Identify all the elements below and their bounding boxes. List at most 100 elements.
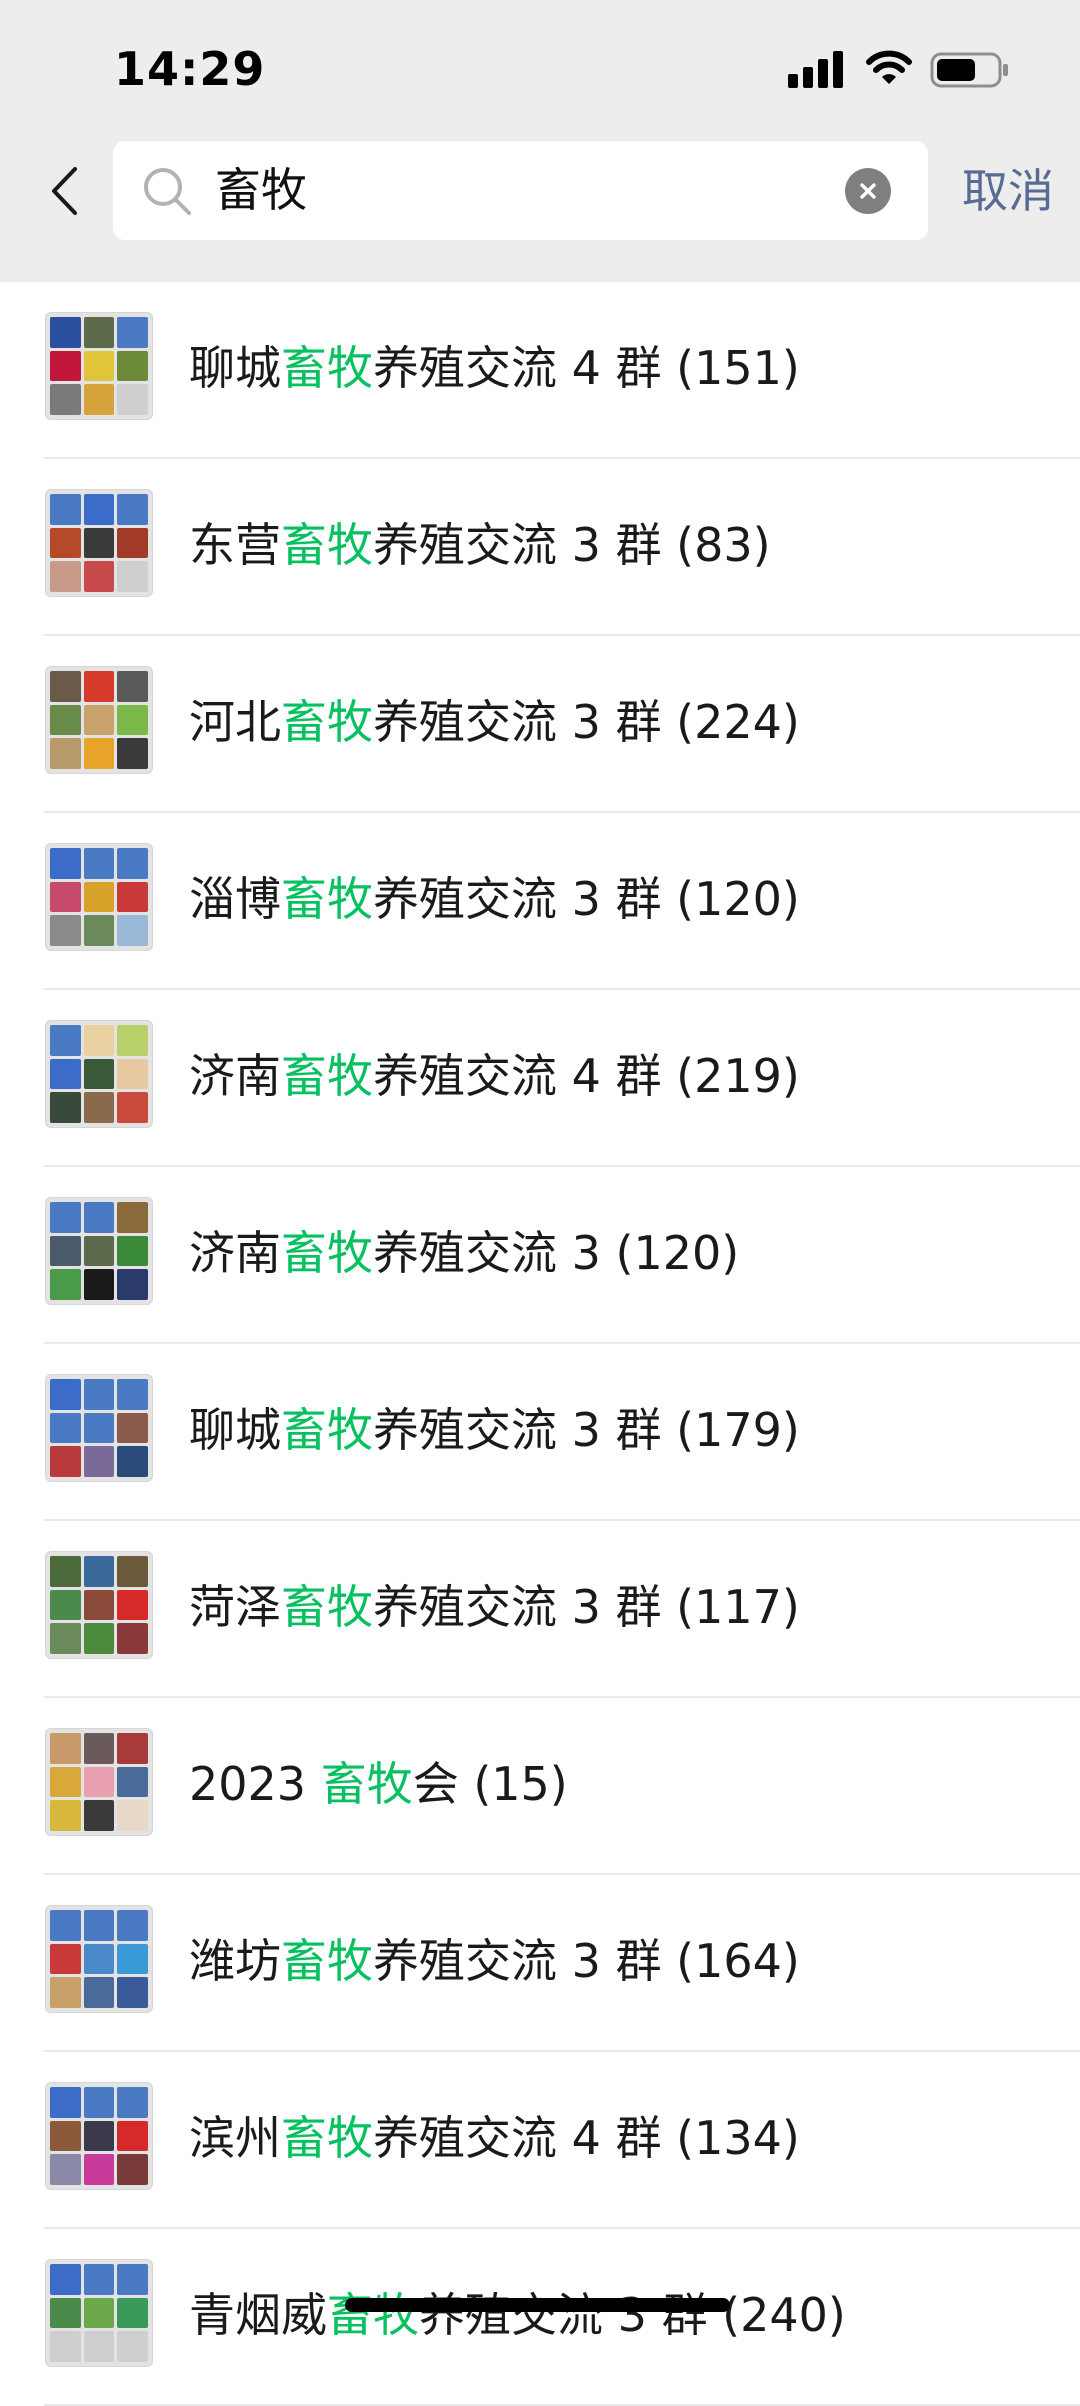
member-avatar-thumbnail — [117, 317, 148, 348]
group-name-suffix: 养殖交流 3 群 (83) — [373, 518, 771, 572]
member-avatar-thumbnail — [83, 1058, 115, 1090]
group-name-prefix: 济南 — [189, 1226, 281, 1280]
member-avatar-thumbnail — [117, 2264, 148, 2295]
member-avatar-thumbnail — [117, 1269, 148, 1300]
member-avatar-thumbnail — [117, 2120, 148, 2152]
search-box[interactable]: 畜牧 — [113, 141, 928, 240]
member-avatar-thumbnail — [117, 1202, 148, 1233]
clear-icon — [860, 183, 876, 199]
member-avatar-thumbnail — [50, 1412, 81, 1444]
member-avatar-thumbnail — [117, 2154, 148, 2185]
group-avatar — [45, 2082, 153, 2190]
member-avatar-thumbnail — [83, 1556, 115, 1587]
member-avatar-thumbnail — [50, 848, 81, 879]
group-avatar — [45, 1197, 153, 1305]
group-name-suffix: 养殖交流 3 (120) — [373, 1226, 740, 1280]
group-name-keyword-highlight: 畜牧 — [281, 1934, 373, 1988]
member-avatar-thumbnail — [117, 1092, 148, 1123]
group-avatar — [45, 1728, 153, 1836]
group-chat-result-row[interactable]: 滨州畜牧养殖交流 4 群 (134) — [0, 2052, 1080, 2229]
member-avatar-thumbnail — [50, 1766, 81, 1798]
member-avatar-thumbnail — [83, 527, 115, 559]
member-avatar-thumbnail — [50, 561, 81, 592]
group-name: 青烟威畜牧养殖交流 3 群 (240) — [189, 2283, 846, 2347]
group-chat-result-row[interactable]: 聊城畜牧养殖交流 4 群 (151) — [0, 282, 1080, 459]
member-avatar-thumbnail — [83, 561, 115, 592]
clear-button[interactable] — [845, 168, 891, 214]
member-avatar-thumbnail — [117, 1058, 148, 1090]
member-avatar-thumbnail — [83, 1235, 115, 1267]
member-avatar-thumbnail — [117, 1589, 148, 1621]
member-avatar-thumbnail — [83, 915, 115, 946]
group-name: 济南畜牧养殖交流 4 群 (219) — [189, 1044, 800, 1108]
group-avatar — [45, 312, 153, 420]
back-button[interactable] — [36, 156, 92, 226]
member-avatar-thumbnail — [50, 1800, 81, 1831]
member-avatar-thumbnail — [117, 2331, 148, 2362]
member-avatar-thumbnail — [117, 1446, 148, 1477]
search-icon — [144, 168, 191, 215]
group-avatar — [45, 1020, 153, 1128]
member-avatar-thumbnail — [50, 1733, 81, 1764]
member-avatar-thumbnail — [83, 2331, 115, 2362]
member-avatar-thumbnail — [83, 848, 115, 879]
group-name: 聊城畜牧养殖交流 4 群 (151) — [189, 336, 800, 400]
group-name: 聊城畜牧养殖交流 3 群 (179) — [189, 1398, 800, 1462]
member-avatar-thumbnail — [83, 704, 115, 736]
member-avatar-thumbnail — [117, 527, 148, 559]
member-avatar-thumbnail — [117, 2297, 148, 2329]
group-chat-result-row[interactable]: 淄博畜牧养殖交流 3 群 (120) — [0, 813, 1080, 990]
member-avatar-thumbnail — [50, 527, 81, 559]
group-name-keyword-highlight: 畜牧 — [281, 1226, 373, 1280]
home-indicator[interactable] — [345, 2298, 730, 2312]
member-avatar-thumbnail — [50, 2264, 81, 2295]
group-chat-result-row[interactable]: 菏泽畜牧养殖交流 3 群 (117) — [0, 1521, 1080, 1698]
group-name-suffix: 养殖交流 3 群 (224) — [373, 695, 800, 749]
member-avatar-thumbnail — [117, 1556, 148, 1587]
member-avatar-thumbnail — [117, 1977, 148, 2008]
group-name-suffix: 会 (15) — [412, 1757, 568, 1811]
member-avatar-thumbnail — [83, 1766, 115, 1798]
group-chat-result-row[interactable]: 聊城畜牧养殖交流 3 群 (179) — [0, 1344, 1080, 1521]
member-avatar-thumbnail — [50, 1235, 81, 1267]
group-chat-result-row[interactable]: 河北畜牧养殖交流 3 群 (224) — [0, 636, 1080, 813]
member-avatar-thumbnail — [50, 1269, 81, 1300]
member-avatar-thumbnail — [83, 2154, 115, 2185]
group-chat-result-row[interactable]: 2023 畜牧会 (15) — [0, 1698, 1080, 1875]
member-avatar-thumbnail — [83, 1623, 115, 1654]
group-name: 河北畜牧养殖交流 3 群 (224) — [189, 690, 800, 754]
search-input[interactable]: 畜牧 — [215, 141, 307, 240]
cancel-button[interactable]: 取消 — [962, 158, 1054, 224]
group-avatar — [45, 1551, 153, 1659]
member-avatar-thumbnail — [117, 671, 148, 702]
member-avatar-thumbnail — [50, 738, 81, 769]
member-avatar-thumbnail — [50, 1092, 81, 1123]
group-name-suffix: 养殖交流 3 群 (117) — [373, 1580, 800, 1634]
member-avatar-thumbnail — [117, 1733, 148, 1764]
member-avatar-thumbnail — [50, 671, 81, 702]
member-avatar-thumbnail — [117, 1800, 148, 1831]
status-time: 14:29 — [114, 42, 266, 96]
group-chat-result-row[interactable]: 潍坊畜牧养殖交流 3 群 (164) — [0, 1875, 1080, 2052]
group-chat-result-row[interactable]: 东营畜牧养殖交流 3 群 (83) — [0, 459, 1080, 636]
group-name-suffix: 养殖交流 4 群 (134) — [373, 2111, 800, 2165]
member-avatar-thumbnail — [50, 2297, 81, 2329]
member-avatar-thumbnail — [83, 1202, 115, 1233]
group-name-prefix: 聊城 — [189, 341, 281, 395]
member-avatar-thumbnail — [117, 1766, 148, 1798]
member-avatar-thumbnail — [117, 1412, 148, 1444]
group-name-suffix: 养殖交流 3 群 (179) — [373, 1403, 800, 1457]
member-avatar-thumbnail — [83, 1589, 115, 1621]
member-avatar-thumbnail — [83, 1379, 115, 1410]
member-avatar-thumbnail — [117, 848, 148, 879]
group-name-suffix: 养殖交流 3 群 (240) — [419, 2288, 846, 2342]
group-chat-result-row[interactable]: 青烟威畜牧养殖交流 3 群 (240) — [0, 2229, 1080, 2406]
group-avatar — [45, 2259, 153, 2367]
member-avatar-thumbnail — [117, 1379, 148, 1410]
group-chat-result-row[interactable]: 济南畜牧养殖交流 3 (120) — [0, 1167, 1080, 1344]
member-avatar-thumbnail — [117, 1025, 148, 1056]
member-avatar-thumbnail — [117, 881, 148, 913]
group-chat-result-row[interactable]: 济南畜牧养殖交流 4 群 (219) — [0, 990, 1080, 1167]
group-name-prefix: 济南 — [189, 1049, 281, 1103]
member-avatar-thumbnail — [50, 1446, 81, 1477]
